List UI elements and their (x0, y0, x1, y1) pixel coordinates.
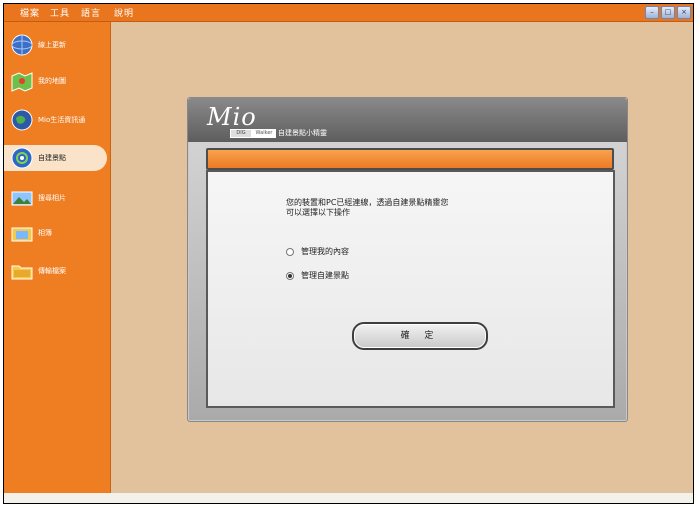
sidebar-item-online-update[interactable]: 線上更新 (4, 32, 110, 58)
ok-button[interactable]: 確 定 (352, 322, 488, 350)
sidebar-item-label: 自建景點 (38, 154, 66, 162)
option-label: 管理我的內容 (301, 247, 349, 256)
sidebar-item-transfer-files[interactable]: 傳輸檔案 (4, 258, 110, 284)
close-icon[interactable]: × (677, 6, 691, 19)
walker-badge: Walker (252, 129, 276, 138)
info-globe-icon (11, 109, 33, 131)
radio-button[interactable] (286, 247, 294, 256)
photo-search-icon (11, 191, 33, 206)
sidebar-item-mio-info[interactable]: Mio生活資訊通 (4, 107, 110, 133)
sidebar: 線上更新 我的地圖 Mio生活資訊通 自建景點 搜尋相片 相簿 傳輸檔案 (4, 22, 111, 493)
message-line: 可以選擇以下操作 (286, 208, 350, 217)
window-controls: – □ × (645, 6, 691, 19)
radio-button[interactable] (286, 271, 294, 280)
sidebar-item-album[interactable]: 相簿 (4, 220, 110, 246)
sidebar-item-label: 相簿 (38, 229, 52, 237)
sidebar-item-photo-search[interactable]: 搜尋相片 (4, 185, 110, 211)
dialog-title: 自建景點小精靈 (278, 129, 327, 137)
menu-tools[interactable]: 工具 (50, 6, 70, 19)
sidebar-item-label: Mio生活資訊通 (38, 116, 86, 124)
dialog-message: 您的裝置和PC已經連線，透過自建景點精靈您 可以選擇以下操作 (286, 198, 546, 218)
option-manage-content[interactable]: 管理我的內容 (286, 246, 349, 257)
menu-bar: 檔案 工具 語言 說明 – □ × (4, 4, 693, 22)
dialog-panel: 您的裝置和PC已經連線，透過自建景點精靈您 可以選擇以下操作 管理我的內容 管理… (206, 170, 615, 408)
sidebar-item-label: 線上更新 (38, 41, 66, 49)
mio-logo: Mio (207, 103, 257, 131)
sidebar-item-label: 我的地圖 (38, 77, 66, 85)
poi-icon (11, 147, 33, 169)
title-bar-strip (206, 148, 614, 170)
map-icon (11, 72, 33, 92)
option-label: 管理自建景點 (301, 271, 349, 280)
option-manage-poi[interactable]: 管理自建景點 (286, 270, 349, 281)
dig-badge: DIG (230, 129, 252, 138)
album-icon (11, 227, 33, 242)
maximize-icon[interactable]: □ (661, 6, 675, 19)
menu-language[interactable]: 語言 (81, 6, 101, 19)
folder-icon (11, 265, 33, 280)
menu-help[interactable]: 說明 (114, 6, 134, 19)
sidebar-item-label: 傳輸檔案 (38, 267, 66, 275)
globe-icon (11, 34, 33, 56)
poi-wizard-dialog: Mio DIG Walker 自建景點小精靈 您的裝置和PC已經連線，透過自建景… (187, 97, 628, 422)
sidebar-item-my-map[interactable]: 我的地圖 (4, 68, 110, 94)
sidebar-item-custom-poi[interactable]: 自建景點 (4, 145, 107, 171)
status-bar (4, 493, 693, 503)
minimize-icon[interactable]: – (645, 6, 659, 19)
menu-file[interactable]: 檔案 (20, 6, 40, 19)
sidebar-item-label: 搜尋相片 (38, 194, 66, 202)
message-line: 您的裝置和PC已經連線，透過自建景點精靈您 (286, 198, 449, 207)
dialog-header: Mio DIG Walker 自建景點小精靈 (188, 98, 627, 142)
